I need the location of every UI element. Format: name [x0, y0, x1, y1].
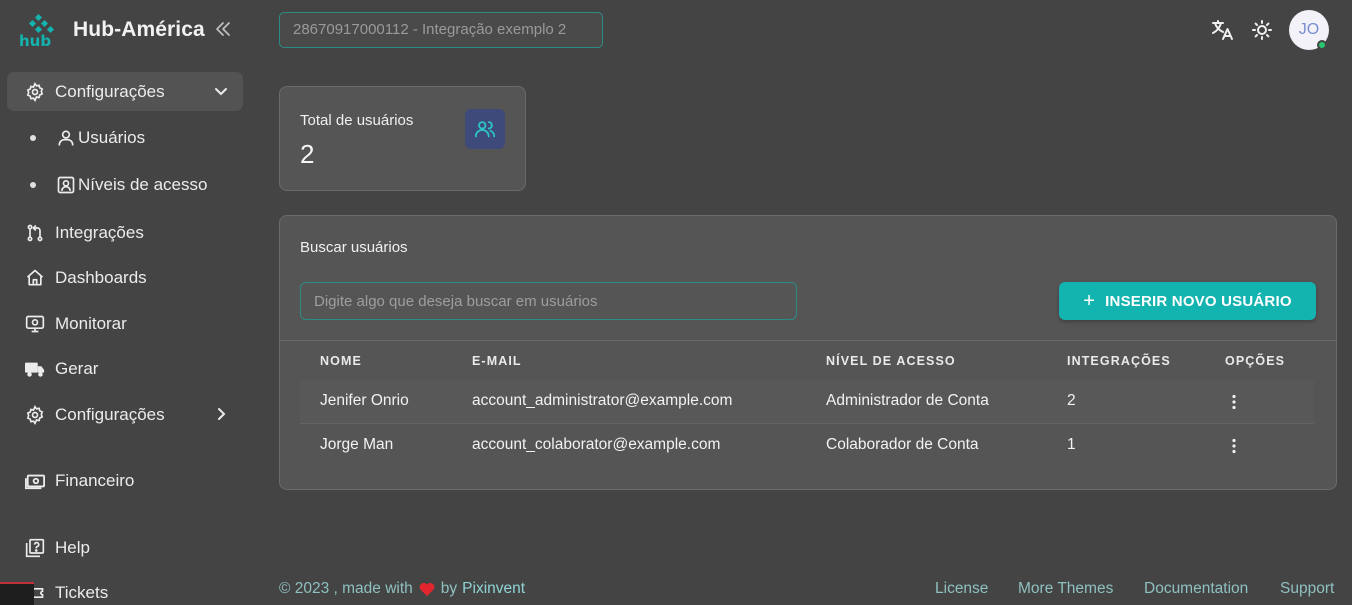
card-title: Buscar usuários: [300, 239, 408, 256]
chevron-down-icon: [213, 83, 229, 99]
cell-level: Administrador de Conta: [826, 392, 989, 409]
sidebar-item-label: Integrações: [55, 222, 144, 242]
online-status-badge: [1317, 40, 1327, 50]
copyright-text: © 2023 , made with: [279, 580, 413, 597]
sidebar-item-label: Monitorar: [55, 313, 127, 333]
table-row[interactable]: Jorge Man account_colaborator@example.co…: [300, 424, 1314, 468]
chevron-right-icon: [213, 406, 229, 422]
divider: [280, 340, 1336, 341]
badge-icon: [56, 175, 76, 195]
more-vertical-icon[interactable]: [1224, 392, 1244, 412]
translate-icon[interactable]: [1211, 18, 1235, 42]
total-users-card: Total de usuários 2: [279, 86, 526, 191]
add-user-button[interactable]: + INSERIR NOVO USUÁRIO: [1059, 282, 1316, 320]
sidebar-item-label: Dashboards: [55, 267, 147, 287]
sidebar-item-help[interactable]: Help: [7, 528, 243, 567]
footer-copyright: © 2023 , made with by Pixinvent: [279, 580, 525, 598]
sidebar-item-integracoes[interactable]: Integrações: [7, 213, 243, 252]
column-header-nome[interactable]: NOME: [320, 354, 362, 368]
cell-email: account_colaborator@example.com: [472, 436, 721, 453]
help-icon: [24, 537, 46, 559]
plus-icon: +: [1083, 289, 1096, 312]
column-header-integracoes[interactable]: INTEGRAÇÕES: [1067, 354, 1171, 368]
bullet-icon: [30, 135, 36, 141]
by-text: by: [440, 580, 458, 597]
sidebar-item-usuarios[interactable]: Usuários: [30, 123, 145, 153]
brand-name: Hub-América: [73, 18, 205, 41]
sidebar-item-label: Usuários: [78, 128, 146, 147]
stat-label: Total de usuários: [300, 112, 414, 129]
sidebar-item-monitorar[interactable]: Monitorar: [7, 304, 243, 343]
stat-value: 2: [300, 139, 315, 169]
sidebar-item-label: Gerar: [55, 358, 99, 378]
user-icon: [56, 128, 76, 148]
bullet-icon: [30, 182, 36, 188]
pixinvent-link[interactable]: Pixinvent: [462, 580, 525, 598]
monitor-icon: [24, 313, 46, 335]
sidebar-item-label: Níveis de acesso: [78, 175, 208, 194]
documentation-link[interactable]: Documentation: [1144, 580, 1248, 598]
sidebar-item-dashboards[interactable]: Dashboards: [7, 258, 243, 297]
hub-logo-icon: hub: [18, 13, 62, 50]
sidebar-item-configuracoes-2[interactable]: Configurações: [7, 395, 243, 434]
support-link[interactable]: Support: [1280, 580, 1334, 598]
cell-level: Colaborador de Conta: [826, 436, 979, 453]
sidebar-item-label: Configurações: [55, 81, 165, 101]
search-input[interactable]: [300, 282, 797, 320]
gear-icon: [24, 404, 46, 426]
sidebar-item-tickets[interactable]: Tickets: [7, 573, 243, 605]
users-icon: [465, 109, 505, 149]
users-search-card: Buscar usuários + INSERIR NOVO USUÁRIO N…: [279, 215, 1337, 490]
sidebar-item-label: Tickets: [55, 582, 109, 602]
cell-integrations: 2: [1067, 392, 1076, 409]
git-pull-request-icon: [24, 222, 46, 244]
heart-icon: [419, 582, 435, 597]
gear-icon: [24, 81, 46, 103]
sidebar-item-label: Financeiro: [55, 470, 135, 490]
cash-icon: [24, 470, 46, 492]
sidebar: hub Hub-América Configurações Usuários N…: [0, 0, 258, 605]
sidebar-item-niveis-de-acesso[interactable]: Níveis de acesso: [30, 170, 207, 200]
more-themes-link[interactable]: More Themes: [1018, 580, 1113, 598]
sidebar-item-configuracoes[interactable]: Configurações: [7, 72, 243, 111]
debug-badge[interactable]: [0, 582, 34, 605]
svg-text:hub: hub: [19, 32, 51, 47]
more-vertical-icon[interactable]: [1224, 436, 1244, 456]
column-header-email[interactable]: E-MAIL: [472, 354, 522, 368]
brand[interactable]: hub Hub-América: [18, 12, 205, 50]
cell-email: account_administrator@example.com: [472, 392, 733, 409]
sidebar-item-gerar[interactable]: Gerar: [7, 349, 243, 388]
license-link[interactable]: License: [935, 580, 988, 598]
truck-icon: [24, 358, 46, 380]
table-row[interactable]: Jenifer Onrio account_administrator@exam…: [300, 380, 1314, 424]
theme-toggle-icon[interactable]: [1250, 18, 1274, 42]
cell-integrations: 1: [1067, 436, 1076, 453]
column-header-opcoes: OPÇÕES: [1225, 354, 1286, 368]
sidebar-item-label: Help: [55, 537, 90, 557]
home-icon: [24, 267, 46, 289]
company-select[interactable]: 28670917000112 - Integração exemplo 2: [279, 12, 603, 48]
sidebar-item-financeiro[interactable]: Financeiro: [7, 461, 243, 500]
add-user-label: INSERIR NOVO USUÁRIO: [1105, 292, 1292, 310]
sidebar-item-label: Configurações: [55, 404, 165, 424]
collapse-sidebar-icon[interactable]: [214, 20, 232, 38]
cell-name: Jenifer Onrio: [320, 392, 409, 409]
column-header-nivel[interactable]: NÍVEL DE ACESSO: [826, 354, 956, 368]
cell-name: Jorge Man: [320, 436, 394, 453]
